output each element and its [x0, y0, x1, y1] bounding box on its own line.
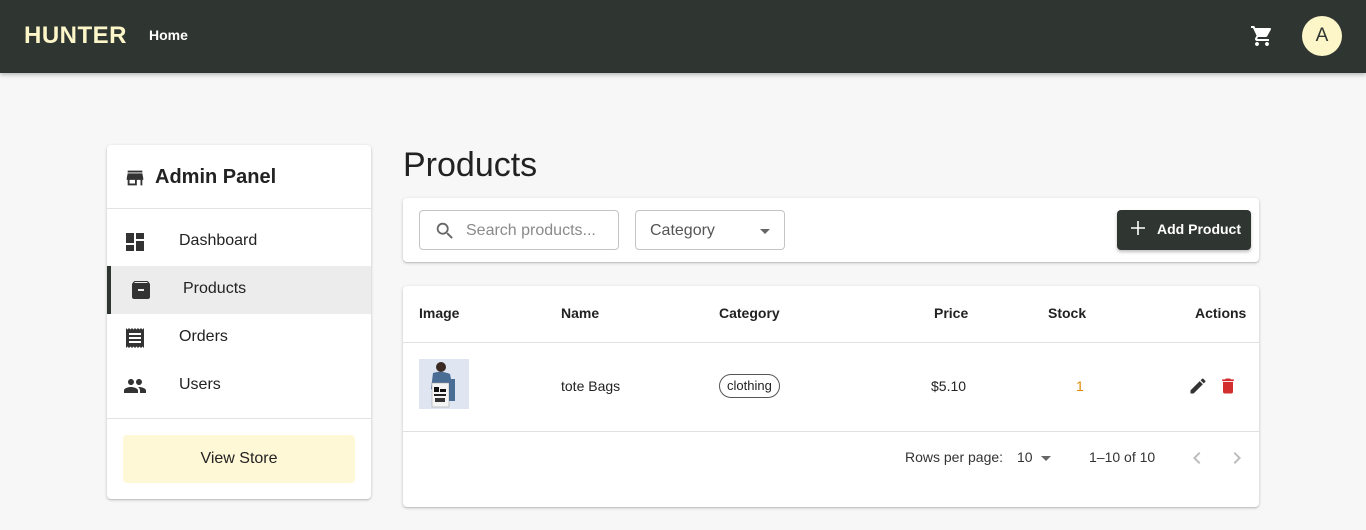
receipt-icon [126, 328, 144, 348]
column-header-actions: Actions [1195, 305, 1247, 321]
people-icon [124, 379, 146, 393]
rows-per-page-select[interactable]: 10 [1017, 446, 1057, 470]
category-chip: clothing [719, 374, 780, 398]
brand-logo[interactable]: HUNTER [24, 22, 127, 50]
column-header-stock[interactable]: Stock [1048, 305, 1086, 321]
products-toolbar: Category Add Product [403, 198, 1259, 262]
product-price: $5.10 [931, 378, 967, 394]
shopping-cart-icon[interactable] [1250, 24, 1274, 48]
add-product-label: Add Product [1157, 221, 1241, 237]
search-input[interactable] [466, 219, 614, 243]
chevron-right-icon[interactable] [1225, 446, 1249, 470]
user-avatar[interactable]: A [1302, 16, 1342, 56]
pagination-range: 1–10 of 10 [1089, 449, 1156, 465]
sidebar-item-label: Dashboard [179, 232, 258, 249]
admin-sidebar: Admin Panel Dashboard Products Orders Us… [107, 145, 371, 499]
rows-per-page-value: 10 [1017, 449, 1033, 465]
product-name: tote Bags [561, 378, 621, 394]
archive-box-icon [132, 281, 150, 299]
rows-per-page-label: Rows per page: [905, 449, 1004, 465]
sidebar-item-label: Users [179, 376, 221, 393]
dashboard-icon [126, 233, 144, 251]
product-image [419, 359, 469, 409]
sidebar-header: Admin Panel [107, 145, 371, 209]
nav-home-link[interactable]: Home [149, 27, 188, 43]
search-box[interactable] [419, 210, 619, 250]
sidebar-item-orders[interactable]: Orders [107, 314, 371, 362]
sidebar-item-users[interactable]: Users [107, 362, 371, 410]
sidebar-item-label: Orders [179, 328, 228, 345]
category-select-value: Category [650, 222, 715, 239]
products-table: Image Name Category Price Stock Actions … [403, 286, 1259, 507]
column-header-category[interactable]: Category [719, 305, 780, 321]
sidebar-item-products[interactable]: Products [107, 266, 371, 314]
view-store-button[interactable]: View Store [123, 435, 355, 483]
category-select[interactable]: Category [635, 210, 785, 250]
sidebar-item-dashboard[interactable]: Dashboard [107, 218, 371, 266]
plus-icon [1131, 221, 1145, 235]
chevron-down-icon [760, 229, 770, 234]
add-product-button[interactable]: Add Product [1117, 210, 1251, 250]
chevron-down-icon [1041, 456, 1051, 461]
sidebar-item-label: Products [183, 280, 247, 297]
column-header-price[interactable]: Price [934, 305, 968, 321]
column-header-image[interactable]: Image [419, 305, 459, 321]
delete-icon[interactable] [1218, 376, 1238, 396]
page-title: Products [403, 146, 538, 184]
row-divider [403, 431, 1259, 432]
sidebar-title: Admin Panel [155, 166, 277, 188]
edit-icon[interactable] [1188, 376, 1208, 396]
header-divider [403, 342, 1259, 343]
store-icon [126, 170, 144, 186]
search-icon [436, 222, 453, 239]
sidebar-divider [107, 418, 371, 419]
column-header-name[interactable]: Name [561, 305, 599, 321]
app-bar: HUNTER Home A [0, 0, 1366, 73]
product-stock: 1 [1076, 378, 1084, 394]
chevron-left-icon[interactable] [1185, 446, 1209, 470]
